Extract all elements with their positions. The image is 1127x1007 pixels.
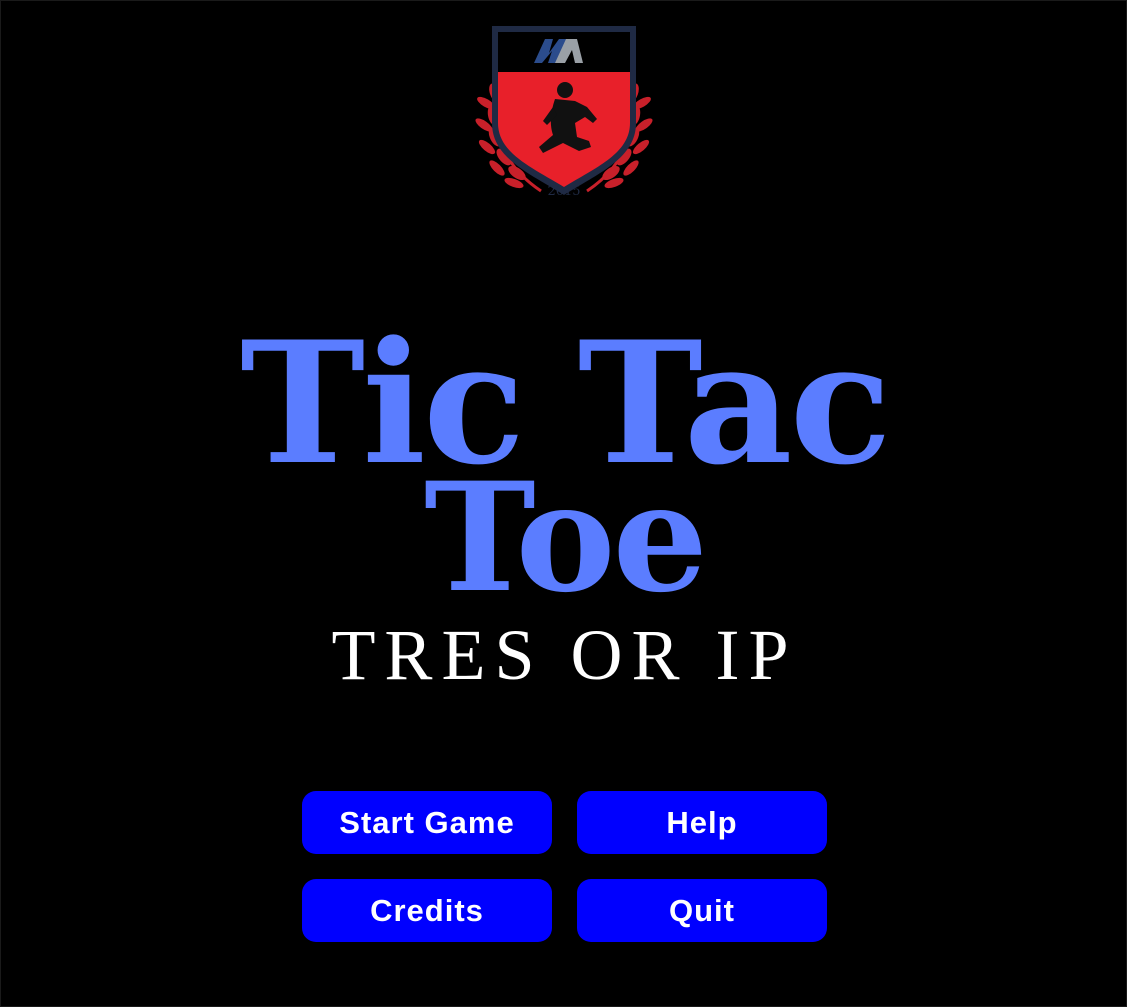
credits-button[interactable]: Credits [302, 879, 552, 942]
start-game-button[interactable]: Start Game [302, 791, 552, 854]
help-button[interactable]: Help [577, 791, 827, 854]
emblem-year: 2015 [547, 184, 580, 199]
school-crest-logo: 2015 [475, 26, 653, 199]
game-title-line-2: Toe [424, 450, 708, 626]
quit-button[interactable]: Quit [577, 879, 827, 942]
main-menu-screen: 2015 Tic Tac Toe TRES OR IP Start Game H… [0, 0, 1127, 1007]
game-subtitle: TRES OR IP [331, 615, 798, 695]
